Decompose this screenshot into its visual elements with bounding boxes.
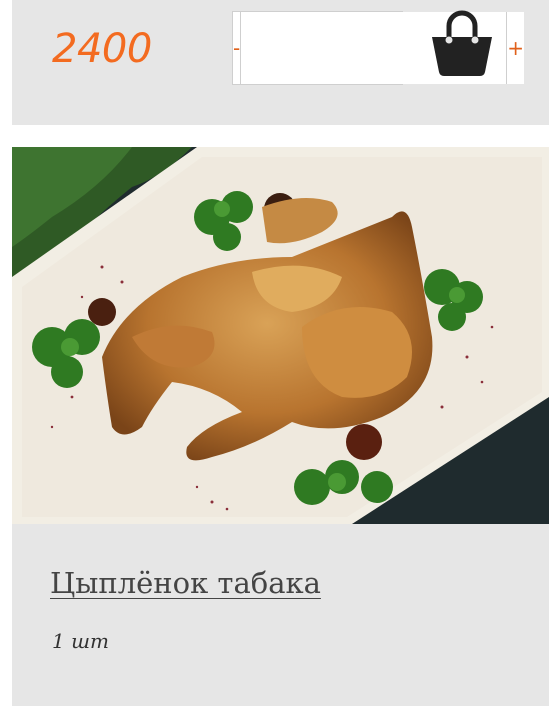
product-info: Цыплёнок табака 1 шт [12, 524, 549, 706]
price-bar: 2400 - + [12, 0, 549, 125]
price: 2400 [52, 26, 152, 72]
dish-photo [12, 147, 549, 524]
shopping-basket-icon[interactable] [430, 10, 494, 78]
decrease-button[interactable]: - [233, 12, 242, 84]
product-title-link[interactable]: Цыплёнок табака [50, 566, 321, 600]
quantity-stepper: - + [232, 11, 524, 85]
increase-button[interactable]: + [506, 12, 524, 84]
portion-label: 1 шт [52, 629, 109, 653]
